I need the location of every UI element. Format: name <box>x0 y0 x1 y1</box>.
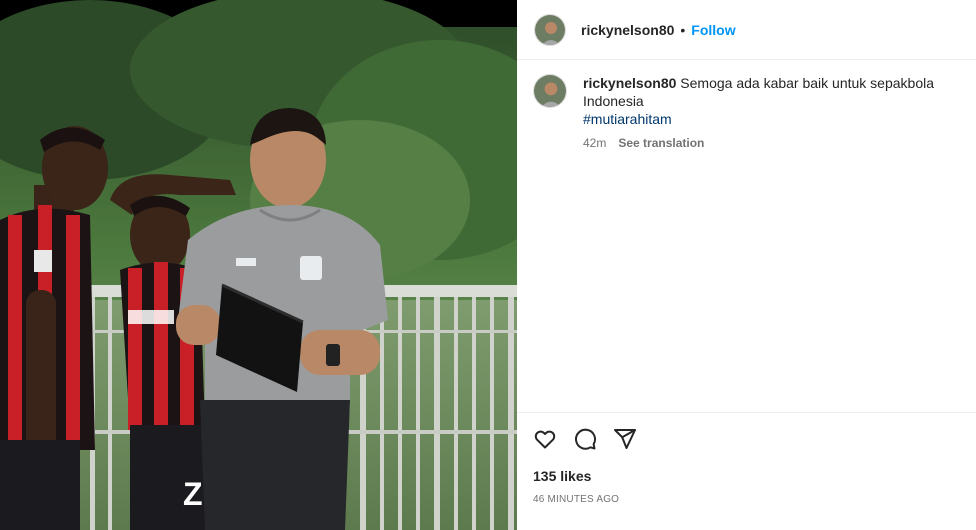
post-side-panel: rickynelson80 • Follow rickynelson80 Sem… <box>517 0 976 530</box>
post-photo[interactable]: Z <box>0 0 517 530</box>
comment-icon[interactable] <box>573 427 597 451</box>
see-translation-link[interactable]: See translation <box>618 134 704 152</box>
svg-text:Z: Z <box>183 476 203 512</box>
caption-comment: rickynelson80 Semoga ada kabar baik untu… <box>533 74 963 152</box>
caption-avatar[interactable] <box>533 74 567 108</box>
caption-hashtag[interactable]: #mutiarahitam <box>583 111 672 127</box>
caption-time: 42m <box>583 136 607 150</box>
author-avatar[interactable] <box>534 13 566 46</box>
caption-body: rickynelson80 Semoga ada kabar baik untu… <box>583 74 953 152</box>
likes-count[interactable]: 135 likes <box>533 468 591 484</box>
post-header: rickynelson80 • Follow <box>517 0 976 60</box>
author-username[interactable]: rickynelson80 <box>581 22 674 38</box>
caption-meta: 42m See translation <box>583 134 953 152</box>
caption-username[interactable]: rickynelson80 <box>583 75 676 91</box>
heart-icon[interactable] <box>533 427 557 451</box>
follow-button[interactable]: Follow <box>691 22 735 38</box>
separator-dot: • <box>680 21 686 38</box>
photo-illustration: Z <box>0 0 517 530</box>
post-timestamp: 46 MINUTES AGO <box>533 494 620 505</box>
action-bar <box>517 412 976 465</box>
share-icon[interactable] <box>613 427 637 451</box>
